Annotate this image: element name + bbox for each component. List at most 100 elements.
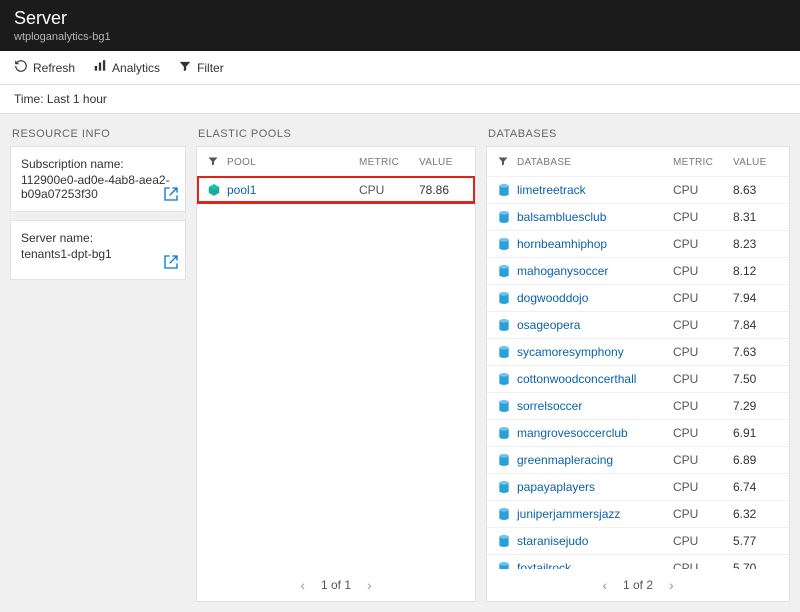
database-name: balsambluesclub (517, 210, 606, 224)
database-icon (497, 561, 511, 569)
resource-info-column: RESOURCE INFO Subscription name: 112900e… (10, 124, 186, 288)
database-row[interactable]: mahoganysoccerCPU8.12 (487, 257, 789, 284)
database-value: 7.50 (733, 372, 779, 386)
database-row[interactable]: sorrelsoccerCPU7.29 (487, 392, 789, 419)
pools-head-name: POOL (227, 157, 351, 168)
database-metric: CPU (673, 426, 725, 440)
database-name: juniperjammersjazz (517, 507, 620, 521)
database-row[interactable]: osageopera CPU 7.84 (487, 311, 789, 338)
databases-pager-text: 1 of 2 (623, 578, 653, 592)
pool-metric: CPU (359, 183, 411, 197)
time-range-label: Time: Last 1 hour (14, 92, 107, 106)
databases-head-metric: METRIC (673, 157, 725, 168)
database-metric: CPU (673, 372, 725, 386)
database-metric: CPU (673, 291, 725, 305)
pools-pager-text: 1 of 1 (321, 578, 351, 592)
database-row[interactable]: mangrovesoccerclub CPU 6.91 (487, 419, 789, 446)
database-row[interactable]: juniperjammersjazz CPU 6.32 (487, 500, 789, 527)
databases-column: DATABASES DATABASE METRIC VALUE limetree… (486, 124, 790, 602)
database-row[interactable]: greenmapleracingCPU6.89 (487, 446, 789, 473)
pools-pager: ‹ 1 of 1 › (197, 569, 475, 601)
pool-filter-icon[interactable] (207, 155, 219, 170)
database-row[interactable]: staranisejudoCPU5.77 (487, 527, 789, 554)
pools-head-metric: METRIC (359, 157, 411, 168)
database-value: 8.63 (733, 183, 779, 197)
database-filter-icon[interactable] (497, 155, 509, 170)
database-value: 7.29 (733, 399, 779, 413)
database-icon (497, 264, 511, 278)
database-name: limetreetrack (517, 183, 586, 197)
header: Server wtploganalytics-bg1 (0, 0, 800, 51)
pools-body: pool1CPU78.86 (197, 176, 475, 569)
pools-next-page[interactable]: › (367, 577, 372, 593)
database-icon (497, 372, 511, 386)
database-value: 6.91 (733, 426, 779, 440)
database-row[interactable]: hornbeamhiphopCPU8.23 (487, 230, 789, 257)
database-icon (497, 318, 511, 332)
database-value: 7.84 (733, 318, 779, 332)
databases-prev-page[interactable]: ‹ (602, 577, 607, 593)
database-metric: CPU (673, 561, 725, 569)
toolbar: Refresh Analytics Filter (0, 51, 800, 85)
databases-panel: DATABASE METRIC VALUE limetreetrack CPU 8.… (486, 146, 790, 602)
pool-row[interactable]: pool1CPU78.86 (197, 176, 475, 203)
databases-head-name: DATABASE (517, 157, 665, 168)
database-icon (497, 237, 511, 251)
resource-info-title: RESOURCE INFO (10, 124, 186, 146)
database-name: greenmapleracing (517, 453, 613, 467)
database-row[interactable]: limetreetrack CPU 8.63 (487, 176, 789, 203)
time-range-bar[interactable]: Time: Last 1 hour (0, 85, 800, 114)
database-row[interactable]: cottonwoodconcerthall CPU 7.50 (487, 365, 789, 392)
databases-title: DATABASES (486, 124, 790, 146)
page-title: Server (14, 8, 786, 29)
database-name: dogwooddojo (517, 291, 588, 305)
database-name: osageopera (517, 318, 580, 332)
database-metric: CPU (673, 183, 725, 197)
database-name: mahoganysoccer (517, 264, 608, 278)
analytics-label: Analytics (112, 61, 160, 75)
database-metric: CPU (673, 534, 725, 548)
database-row[interactable]: papayaplayers CPU 6.74 (487, 473, 789, 500)
databases-pager: ‹ 1 of 2 › (487, 569, 789, 601)
database-value: 7.63 (733, 345, 779, 359)
database-row[interactable]: dogwooddojo CPU 7.94 (487, 284, 789, 311)
filter-button[interactable]: Filter (178, 59, 224, 76)
database-row[interactable]: foxtailrockCPU5.70 (487, 554, 789, 569)
refresh-label: Refresh (33, 61, 75, 75)
open-server-icon[interactable] (163, 254, 179, 273)
analytics-icon (93, 59, 107, 76)
database-value: 6.74 (733, 480, 779, 494)
database-metric: CPU (673, 507, 725, 521)
database-name: mangrovesoccerclub (517, 426, 628, 440)
pools-head-value: VALUE (419, 157, 465, 168)
elastic-pools-panel: POOL METRIC VALUE pool1CPU78.86 ‹ 1 of 1… (196, 146, 476, 602)
database-row[interactable]: balsambluesclubCPU8.31 (487, 203, 789, 230)
database-name: foxtailrock (517, 561, 571, 569)
subscription-label: Subscription name: (21, 157, 175, 171)
database-value: 7.94 (733, 291, 779, 305)
open-subscription-icon[interactable] (163, 186, 179, 205)
database-icon (497, 534, 511, 548)
main-content: RESOURCE INFO Subscription name: 112900e… (0, 114, 800, 612)
refresh-button[interactable]: Refresh (14, 59, 75, 76)
filter-label: Filter (197, 61, 224, 75)
database-row[interactable]: sycamoresymphonyCPU7.63 (487, 338, 789, 365)
database-metric: CPU (673, 480, 725, 494)
pools-header-row: POOL METRIC VALUE (197, 147, 475, 176)
database-icon (497, 507, 511, 521)
database-value: 6.32 (733, 507, 779, 521)
database-name: staranisejudo (517, 534, 588, 548)
pools-prev-page[interactable]: ‹ (300, 577, 305, 593)
pool-icon (207, 183, 221, 197)
database-value: 8.23 (733, 237, 779, 251)
databases-next-page[interactable]: › (669, 577, 674, 593)
database-metric: CPU (673, 237, 725, 251)
database-metric: CPU (673, 318, 725, 332)
database-icon (497, 183, 511, 197)
server-value: tenants1-dpt-bg1 (21, 247, 175, 261)
database-name: papayaplayers (517, 480, 595, 494)
database-name: cottonwoodconcerthall (517, 372, 636, 386)
analytics-button[interactable]: Analytics (93, 59, 160, 76)
databases-head-value: VALUE (733, 157, 779, 168)
database-icon (497, 210, 511, 224)
